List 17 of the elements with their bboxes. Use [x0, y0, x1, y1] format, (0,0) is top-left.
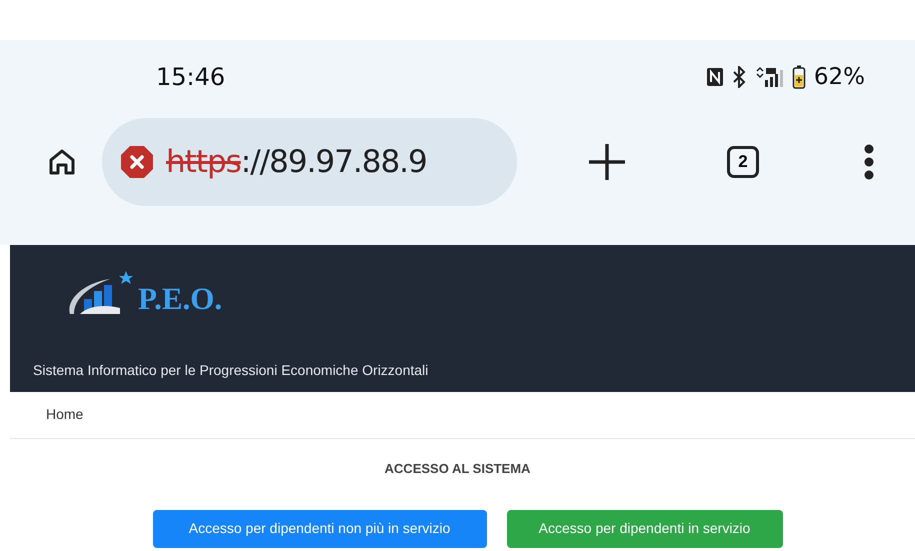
status-time: 15:46	[156, 63, 226, 91]
breadcrumb-link[interactable]: Home	[46, 406, 84, 422]
section-title: ACCESSO AL SISTEMA	[384, 461, 532, 476]
plus-icon[interactable]	[587, 142, 627, 182]
signal-icon	[754, 66, 784, 88]
logo-text: P.E.O.	[138, 281, 222, 317]
address-bar[interactable]: https://89.97.88.9	[102, 118, 517, 206]
bluetooth-icon	[732, 66, 746, 88]
battery-percentage: 62%	[814, 64, 865, 90]
url-text: https://89.97.88.9	[166, 144, 427, 180]
site-subtitle: Sistema Informatico per le Progressioni Economiche Orizzontali	[33, 362, 430, 378]
more-icon[interactable]	[863, 144, 875, 180]
home-icon[interactable]	[48, 148, 76, 176]
battery-icon	[792, 65, 806, 89]
tab-count-button[interactable]: 2	[727, 146, 759, 178]
nfc-icon	[706, 67, 724, 87]
access-button[interactable]: Accesso per dipendenti non più in servizio	[152, 510, 486, 548]
